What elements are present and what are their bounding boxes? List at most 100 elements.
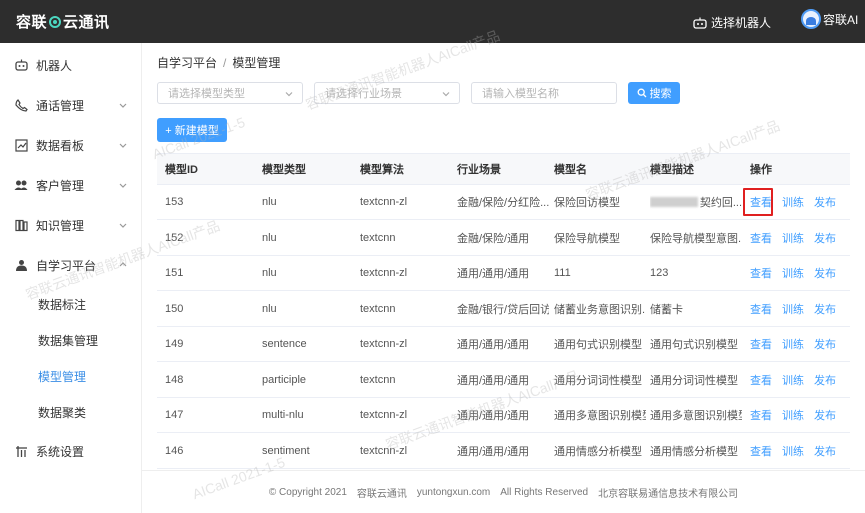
table-cell-scene: 金融/银行/贷后回访 — [457, 292, 549, 326]
view-link[interactable]: 查看 — [750, 230, 772, 246]
publish-link[interactable]: 发布 — [814, 407, 836, 423]
cell-text: 金融/保险/通用 — [457, 232, 530, 245]
sidebar-subitem-model-management[interactable]: 模型管理 — [0, 358, 142, 394]
cell-text: textcnn-zl — [360, 409, 408, 421]
robot-select-button[interactable]: 选择机器人 — [693, 14, 771, 31]
brand-right: 云通讯 — [63, 14, 110, 31]
train-link[interactable]: 训练 — [782, 301, 804, 317]
sidebar-subitem-data-label[interactable]: 数据标注 — [0, 286, 142, 322]
sidebar-subitem-clustering[interactable]: 数据聚类 — [0, 394, 142, 430]
table-cell-actions: 查看 训练 发布 — [750, 221, 836, 255]
robot-select-label: 选择机器人 — [711, 16, 772, 30]
settings-icon — [14, 444, 28, 458]
brand-left: 容联 — [16, 14, 48, 31]
breadcrumb-separator: / — [223, 56, 227, 70]
cell-text: 111 — [554, 267, 571, 279]
table-cell-id: 151 — [165, 256, 255, 290]
scene-select[interactable]: 请选择行业场景 — [314, 82, 460, 104]
table-cell-desc: 123 — [650, 256, 742, 290]
new-model-button[interactable]: + 新建模型 — [157, 118, 227, 142]
sidebar-item-label: 机器人 — [36, 58, 73, 73]
table-cell-scene: 金融/保险/通用 — [457, 221, 549, 255]
table-cell-algo: textcnn-zl — [360, 185, 450, 219]
table-cell-type: nlu — [262, 256, 352, 290]
view-link[interactable]: 查看 — [750, 443, 772, 459]
table-cell-desc: 通用多意图识别模型 — [650, 398, 742, 432]
table-header: 模型ID 模型类型 模型算法 行业场景 模型名 模型描述 操作 — [157, 154, 850, 185]
view-link[interactable]: 查看 — [750, 372, 772, 388]
train-link[interactable]: 训练 — [782, 265, 804, 281]
sidebar-item-call[interactable]: 通话管理 — [0, 85, 142, 125]
train-link[interactable]: 训练 — [782, 230, 804, 246]
table-cell-algo: textcnn — [360, 292, 450, 326]
sidebar-item-self-learning[interactable]: 自学习平台 — [0, 245, 142, 285]
view-link[interactable]: 查看 — [750, 265, 772, 281]
publish-link[interactable]: 发布 — [814, 194, 836, 210]
sidebar-item-robot[interactable]: 机器人 — [0, 45, 142, 85]
phone-icon — [14, 98, 28, 112]
chevron-down-icon — [119, 143, 127, 148]
model-name-placeholder: 请输入模型名称 — [482, 88, 559, 100]
cell-text: sentiment — [262, 444, 310, 457]
table-cell-name: 保险回访模型 — [554, 185, 646, 219]
table-cell-name: 111 — [554, 256, 646, 290]
table-cell-name: 保险导航模型 — [554, 221, 646, 255]
cell-text: textcnn — [360, 373, 396, 386]
train-link[interactable]: 训练 — [782, 194, 804, 210]
table-cell-id: 147 — [165, 398, 255, 432]
cell-text: 148 — [165, 373, 184, 386]
table-cell-id: 153 — [165, 185, 255, 219]
publish-link[interactable]: 发布 — [814, 265, 836, 281]
table-cell-actions: 查看 训练 发布 — [750, 292, 836, 326]
table-cell-id: 148 — [165, 363, 255, 397]
train-link[interactable]: 训练 — [782, 407, 804, 423]
cell-text: textcnn-zl — [360, 444, 408, 457]
cell-text: 保险导航模型 — [554, 232, 620, 245]
chart-icon — [14, 138, 28, 152]
cell-text: 通用多意图识别模型 — [650, 410, 742, 422]
sidebar-item-settings[interactable]: 系统设置 — [0, 431, 142, 471]
sidebar-item-dashboard[interactable]: 数据看板 — [0, 125, 142, 165]
table-cell-scene: 金融/保险/分红险... — [457, 185, 549, 219]
publish-link[interactable]: 发布 — [814, 443, 836, 459]
table-cell-algo: textcnn-zl — [360, 398, 450, 432]
breadcrumb-parent[interactable]: 自学习平台 — [157, 56, 217, 70]
cell-text: 通用分词词性模型 — [554, 374, 642, 387]
table-cell-name: 通用情感分析模型 — [554, 434, 646, 468]
table-cell-actions: 查看 训练 发布 — [750, 327, 836, 361]
model-name-input[interactable]: 请输入模型名称 — [471, 82, 617, 104]
view-link[interactable]: 查看 — [750, 407, 772, 423]
table-row: 148 participle textcnn 通用/通用/通用 通用分词词性模型 通用分词… — [157, 363, 850, 398]
view-link[interactable]: 查看 — [750, 301, 772, 317]
table-cell-scene: 通用/通用/通用 — [457, 256, 549, 290]
table-row: 149 sentence textcnn-zl 通用/通用/通用 通用句式识别模型 通用句… — [157, 327, 850, 362]
table-row: 152 nlu textcnn 金融/保险/通用 保险导航模型 保险导航模型意图... 查看… — [157, 221, 850, 256]
footer-domain: yuntongxun.com — [416, 486, 491, 498]
cell-text: 保险回访模型 — [554, 197, 620, 209]
publish-link[interactable]: 发布 — [814, 230, 836, 246]
view-link[interactable]: 查看 — [750, 336, 772, 352]
table-cell-actions: 查看 训练 发布 — [750, 256, 836, 290]
train-link[interactable]: 训练 — [782, 372, 804, 388]
publish-link[interactable]: 发布 — [814, 301, 836, 317]
search-button[interactable]: 搜索 — [628, 82, 680, 104]
sidebar-subitem-dataset[interactable]: 数据集管理 — [0, 322, 142, 358]
model-type-select[interactable]: 请选择模型类型 — [157, 82, 303, 104]
table-cell-name: 通用多意图识别模型 — [554, 398, 646, 432]
publish-link[interactable]: 发布 — [814, 372, 836, 388]
train-link[interactable]: 训练 — [782, 443, 804, 459]
cell-text: 保险导航模型意图... — [650, 232, 742, 245]
cell-text: 通用句式识别模型 — [554, 339, 642, 351]
table-cell-desc: 通用句式识别模型 — [650, 327, 742, 361]
user-menu[interactable]: 容联AI — [801, 9, 858, 29]
sidebar-item-knowledge[interactable]: 知识管理 — [0, 205, 142, 245]
table-cell-scene: 通用/通用/通用 — [457, 434, 549, 468]
cell-text: 通用/通用/通用 — [457, 445, 530, 458]
table-cell-name: 储蓄业务意图识别... — [554, 292, 646, 326]
train-link[interactable]: 训练 — [782, 336, 804, 352]
publish-link[interactable]: 发布 — [814, 336, 836, 352]
sidebar-item-customer[interactable]: 客户管理 — [0, 165, 142, 205]
brand-logo[interactable]: 容联 云通讯 — [16, 11, 110, 32]
cell-text: textcnn-zl — [360, 338, 408, 350]
sidebar-item-label: 系统设置 — [36, 444, 85, 459]
